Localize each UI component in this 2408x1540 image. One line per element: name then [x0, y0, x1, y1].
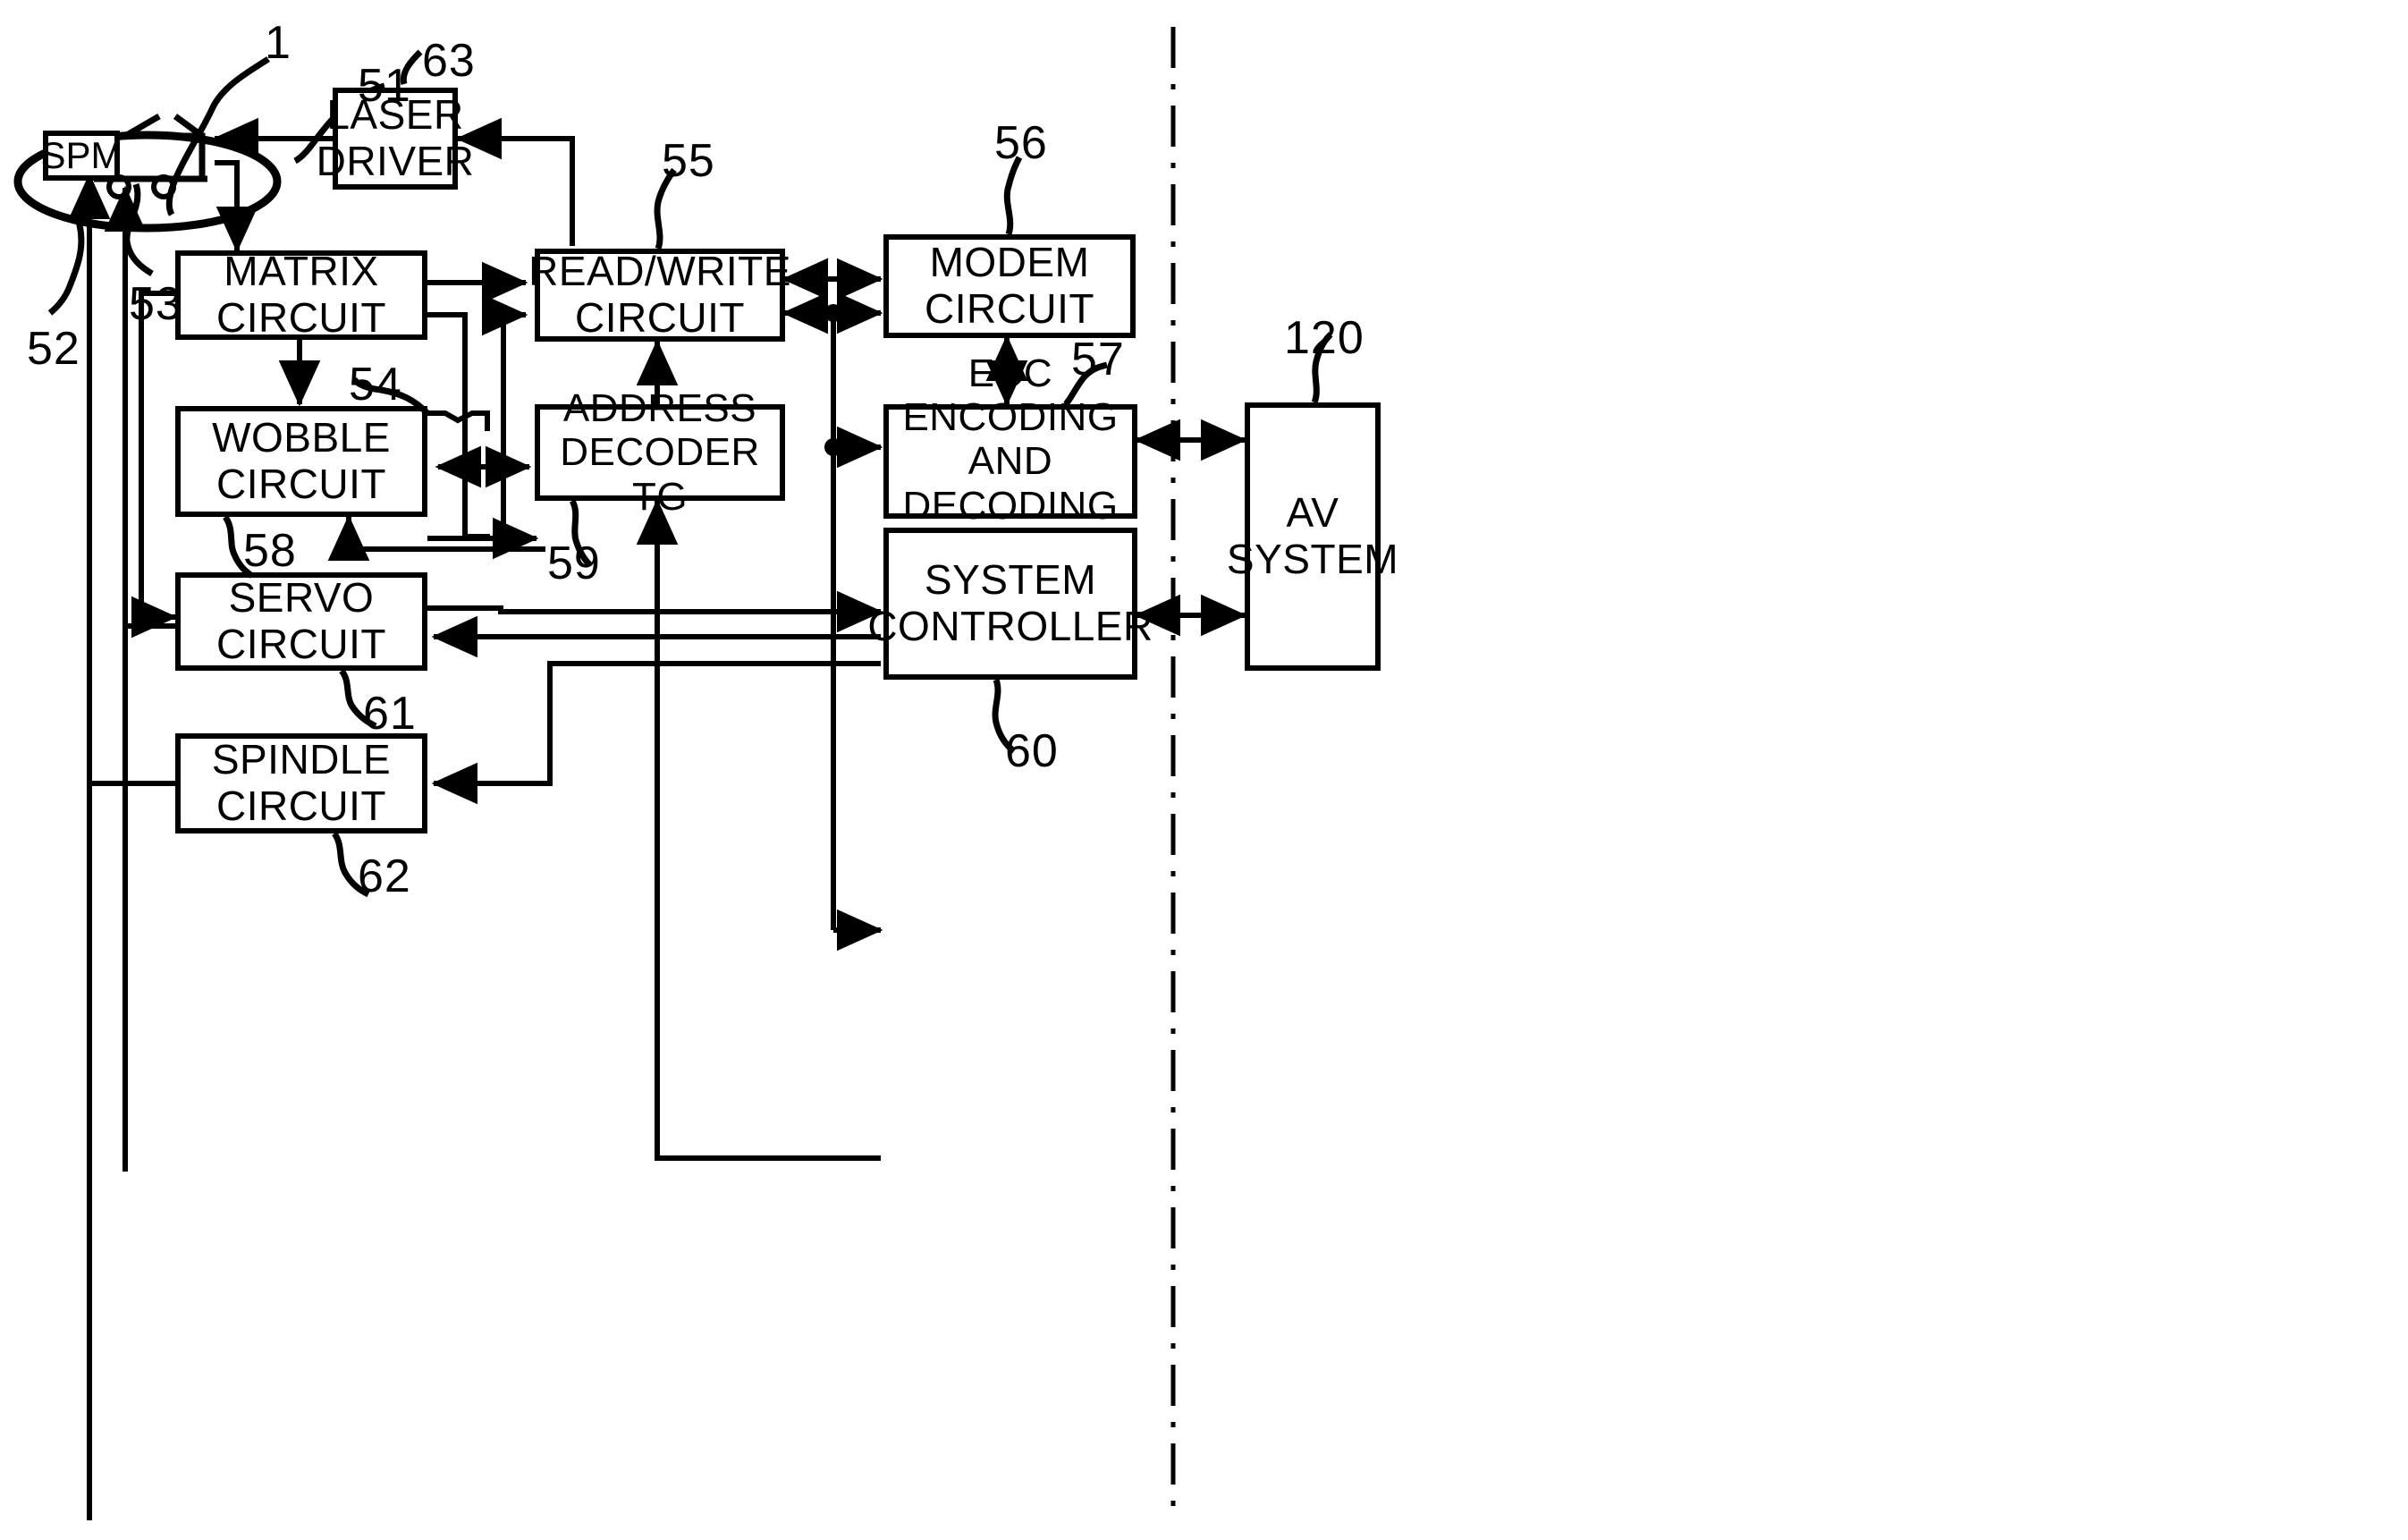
junction-dot-bus-top	[824, 304, 842, 322]
ref-numeral-1: 1	[265, 17, 291, 69]
modem-circuit-label: MODEM CIRCUIT	[924, 239, 1095, 332]
wire-syscon-to-address	[636, 498, 881, 1161]
wire-pickup-to-matrix	[215, 160, 258, 253]
servo-circuit-block[interactable]: SERVO CIRCUIT	[175, 572, 427, 671]
ref-numeral-56: 56	[994, 117, 1048, 169]
wire-matrix-to-readwrite-2	[427, 293, 528, 541]
ref-numeral-60: 60	[1005, 725, 1059, 777]
spm-label: SPM	[40, 134, 123, 176]
ecc-circuit-block[interactable]: ECC ENCODING AND DECODING CIRCUIT	[883, 351, 1137, 571]
wire-matrix-to-servo	[131, 291, 178, 639]
servo-circuit-label: SERVO CIRCUIT	[215, 574, 387, 667]
matrix-circuit-block[interactable]: MATRIX CIRCUIT	[175, 248, 427, 341]
spm-block: SPM	[40, 131, 123, 181]
system-controller-block[interactable]: SYSTEM CONTROLLER	[867, 528, 1153, 680]
wire-servo-to-wobble	[327, 514, 545, 562]
ref-numeral-54: 54	[349, 359, 402, 410]
spindle-circuit-block[interactable]: SPINDLE CIRCUIT	[175, 733, 427, 833]
ref-numeral-59: 59	[547, 537, 601, 589]
readwrite-circuit-label: READ/WRITE CIRCUIT	[528, 248, 791, 341]
wire-readwrite-to-laserdriver	[455, 117, 575, 246]
av-system-label: AV SYSTEM	[1226, 489, 1399, 582]
wobble-circuit-label: WOBBLE CIRCUIT	[212, 414, 391, 507]
modem-circuit-block[interactable]: MODEM CIRCUIT	[883, 234, 1136, 338]
ref-numeral-55: 55	[662, 135, 715, 187]
ref-numeral-57: 57	[1071, 334, 1125, 385]
ref-numeral-61: 61	[363, 688, 417, 740]
ref-numeral-53: 53	[129, 278, 182, 330]
patent-figure-canvas: SPM LASER DRIVER MATRIX CIRCUIT READ/WRI…	[0, 0, 2408, 1540]
matrix-circuit-label: MATRIX CIRCUIT	[215, 248, 387, 341]
ref-numeral-52: 52	[27, 323, 80, 375]
junction-dot-bus-ecc	[824, 438, 842, 456]
ref-numeral-51: 51	[358, 60, 411, 112]
wire-servo-to-syscon	[427, 590, 883, 633]
ref-numeral-120: 120	[1284, 312, 1365, 364]
av-system-block[interactable]: AV SYSTEM	[1227, 402, 1398, 671]
system-controller-label: SYSTEM CONTROLLER	[867, 556, 1153, 649]
wire-wobble-out-cross	[427, 410, 490, 431]
ref-numeral-62: 62	[358, 850, 411, 902]
readwrite-circuit-block[interactable]: READ/WRITE CIRCUIT	[528, 249, 790, 342]
wobble-circuit-block[interactable]: WOBBLE CIRCUIT	[175, 406, 427, 517]
leader-52	[47, 221, 85, 316]
ref-numeral-58: 58	[243, 525, 297, 577]
spindle-circuit-label: SPINDLE CIRCUIT	[211, 736, 392, 829]
address-decoder-label: ADDRESS DECODER TG	[560, 386, 760, 519]
address-decoder-block[interactable]: ADDRESS DECODER TG	[535, 386, 785, 519]
ref-numeral-63: 63	[422, 35, 476, 87]
